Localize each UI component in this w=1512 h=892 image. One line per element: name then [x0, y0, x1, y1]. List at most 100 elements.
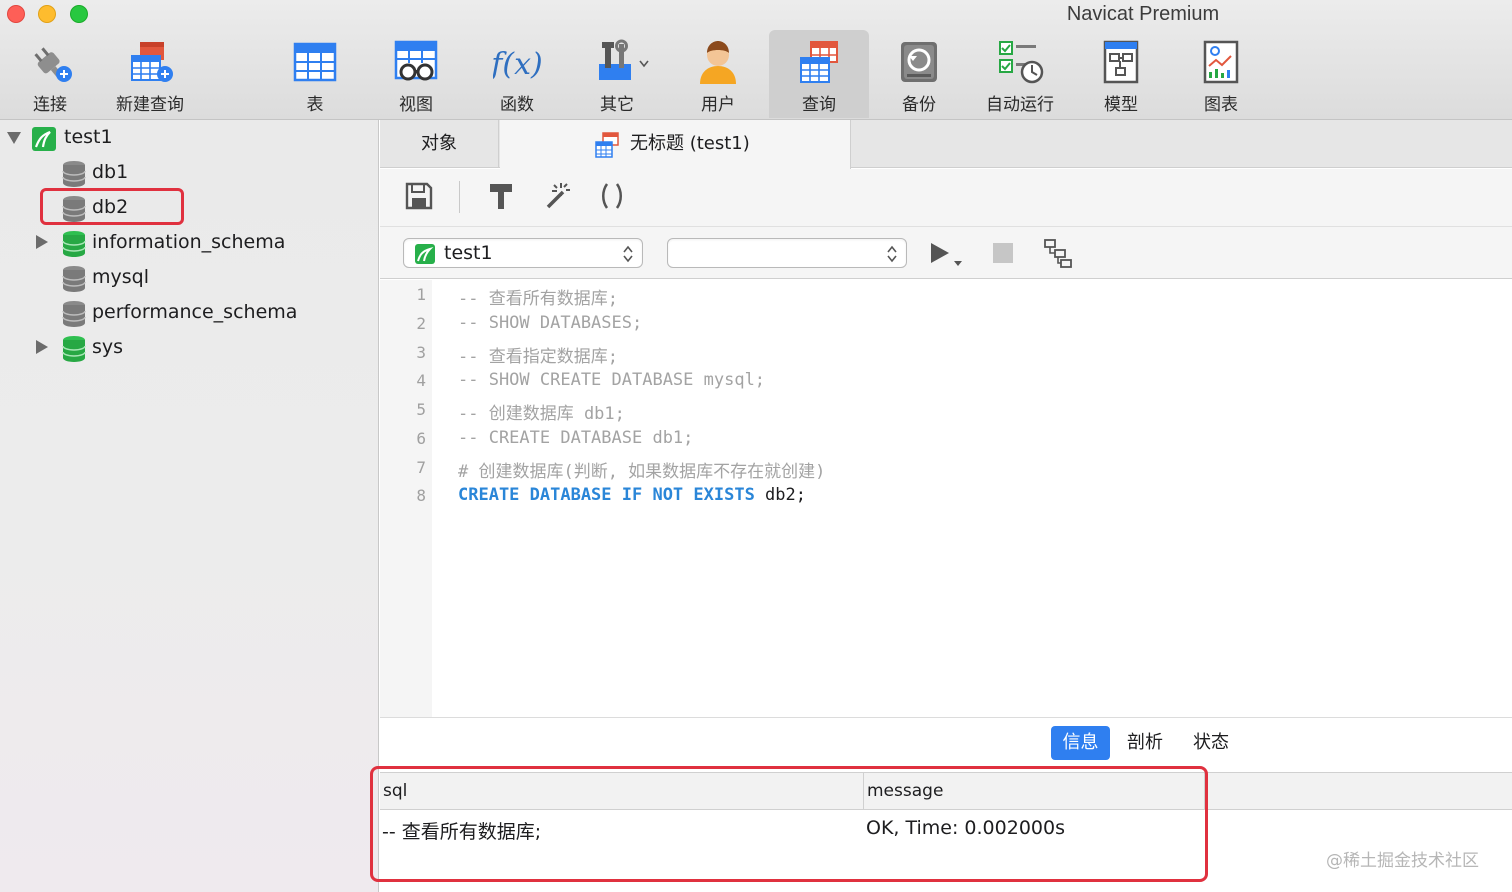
code-line: -- 查看所有数据库;	[458, 289, 618, 309]
run-icon[interactable]	[928, 239, 964, 269]
disclosure-closed-icon[interactable]	[36, 235, 48, 249]
tools-icon	[599, 39, 631, 80]
format-brush-icon[interactable]	[484, 179, 518, 213]
user-icon	[700, 41, 736, 84]
line-number: 8	[416, 486, 426, 505]
explain-icon[interactable]	[1042, 237, 1074, 269]
mysql-connection-icon	[415, 244, 435, 264]
parentheses-icon[interactable]	[595, 179, 629, 213]
line-number: 5	[416, 400, 426, 419]
toolbar-divider	[459, 181, 460, 213]
toolbar-label: 备份	[902, 95, 936, 115]
automation-icon	[999, 41, 1044, 84]
tree-label: mysql	[92, 266, 149, 288]
toolbar-function-button[interactable]: f(x) 函数	[467, 30, 567, 118]
tab-label: 无标题 (test1)	[630, 133, 750, 154]
connection-select[interactable]: test1	[403, 238, 643, 268]
sql-editor[interactable]: 1 2 3 4 5 6 7 8 -- 查看所有数据库; -- SHOW DATA…	[380, 280, 1512, 717]
code-line: -- 查看指定数据库;	[458, 347, 618, 367]
backup-icon	[901, 42, 937, 82]
new-query-icon	[131, 42, 173, 82]
function-icon: f(x)	[493, 47, 541, 82]
tree-connection-test1[interactable]: test1	[0, 122, 379, 156]
toolbar-chart-button[interactable]: 图表	[1171, 30, 1271, 118]
toolbar-label: 视图	[399, 95, 433, 115]
toolbar-label: 表	[306, 95, 324, 115]
toolbar-view-button[interactable]: 视图	[366, 30, 466, 118]
connection-select-value: test1	[444, 242, 493, 264]
toolbar-label: 用户	[701, 95, 735, 115]
annotation-highlight-db2	[40, 188, 184, 225]
database-closed-icon	[62, 301, 86, 327]
chart-icon	[1203, 40, 1239, 84]
svg-text:f(x): f(x)	[493, 47, 541, 82]
code-line: -- SHOW DATABASES;	[458, 313, 643, 333]
result-tab-status[interactable]: 状态	[1186, 726, 1236, 760]
toolbar-connect-button[interactable]: 连接	[0, 30, 100, 118]
tree-database-performance-schema[interactable]: performance_schema	[0, 297, 379, 331]
line-number: 7	[416, 458, 426, 477]
database-select[interactable]	[667, 238, 907, 268]
query-icon	[800, 41, 838, 83]
connection-bar: test1	[380, 227, 1512, 279]
tree-label: db1	[92, 161, 129, 183]
app-title: Navicat Premium	[1066, 3, 1220, 25]
toolbar-label: 函数	[500, 95, 534, 115]
line-number: 6	[416, 429, 426, 448]
database-closed-icon	[62, 266, 86, 292]
watermark: @稀土掘金技术社区	[1326, 851, 1479, 871]
window-minimize-button[interactable]	[38, 5, 56, 23]
sql-identifier: db2;	[754, 485, 806, 505]
database-closed-icon	[62, 161, 86, 187]
tree-database-sys[interactable]: sys	[0, 332, 379, 366]
toolbar-table-button[interactable]: 表	[265, 30, 365, 118]
result-tab-info[interactable]: 信息	[1051, 726, 1110, 760]
window-close-button[interactable]	[7, 5, 25, 23]
tab-bar: 对象 无标题 (test1)	[380, 120, 1512, 169]
tab-query-untitled[interactable]: 无标题 (test1)	[500, 120, 851, 169]
toolbar-user-button[interactable]: 用户	[668, 30, 768, 118]
window-maximize-button[interactable]	[70, 5, 88, 23]
window-toolbar: Navicat Premium 连接 新建查询 表 视图 f(x) 函数 其它 …	[0, 0, 1512, 120]
tree-database-mysql[interactable]: mysql	[0, 262, 379, 296]
tree-label: performance_schema	[92, 301, 298, 323]
line-number: 1	[416, 285, 426, 304]
database-open-icon	[62, 231, 86, 257]
tree-database-db1[interactable]: db1	[0, 157, 379, 191]
toolbar-label: 新建查询	[116, 95, 184, 115]
model-icon	[1103, 40, 1139, 84]
connection-tree: test1 db1 db2 information_schema mysql p…	[0, 120, 379, 892]
tab-objects[interactable]: 对象	[380, 120, 499, 168]
result-tab-profile[interactable]: 剖析	[1120, 726, 1170, 760]
tree-label: information_schema	[92, 231, 286, 253]
code-line: -- 创建数据库 db1;	[458, 404, 625, 424]
toolbar-new-query-button[interactable]: 新建查询	[100, 30, 200, 118]
line-number: 4	[416, 371, 426, 390]
toolbar-label: 查询	[802, 95, 836, 115]
query-tab-icon	[595, 132, 619, 158]
chevron-down-icon	[639, 60, 649, 68]
code-line: -- SHOW CREATE DATABASE mysql;	[458, 370, 766, 390]
magic-wand-icon[interactable]	[539, 179, 573, 213]
code-line: -- CREATE DATABASE db1;	[458, 428, 694, 448]
code-line: # 创建数据库(判断, 如果数据库不存在就创建)	[458, 462, 826, 482]
plug-icon	[34, 47, 72, 82]
toolbar-label: 其它	[600, 95, 634, 115]
line-number: 3	[416, 343, 426, 362]
tree-database-information-schema[interactable]: information_schema	[0, 227, 379, 261]
toolbar-automation-button[interactable]: 自动运行	[970, 30, 1070, 118]
toolbar-label: 自动运行	[986, 95, 1054, 115]
toolbar-backup-button[interactable]: 备份	[869, 30, 969, 118]
toolbar-query-button[interactable]: 查询	[769, 30, 869, 118]
toolbar-label: 图表	[1204, 95, 1238, 115]
toolbar-label: 模型	[1104, 95, 1138, 115]
view-icon	[394, 40, 438, 81]
disclosure-closed-icon[interactable]	[36, 340, 48, 354]
save-icon[interactable]	[402, 179, 436, 213]
disclosure-open-icon[interactable]	[7, 132, 21, 144]
toolbar-model-button[interactable]: 模型	[1071, 30, 1171, 118]
toolbar-other-button[interactable]: 其它	[567, 30, 667, 118]
stop-icon[interactable]	[990, 240, 1016, 266]
annotation-highlight-results	[370, 766, 1208, 882]
table-icon	[293, 42, 337, 82]
